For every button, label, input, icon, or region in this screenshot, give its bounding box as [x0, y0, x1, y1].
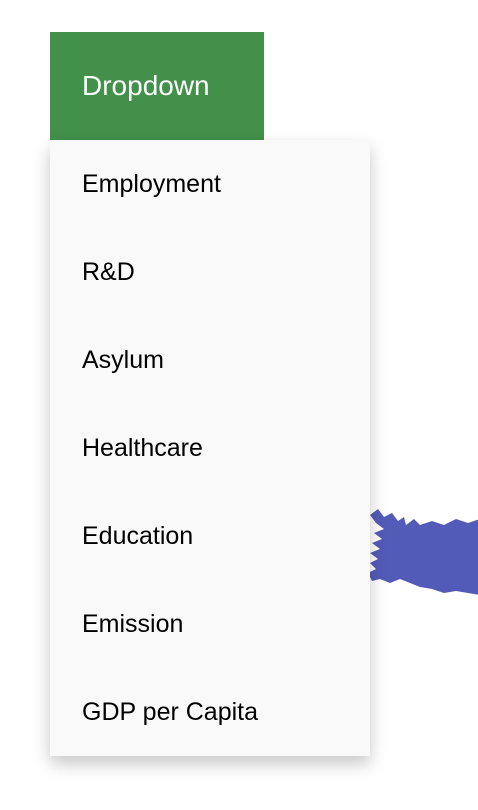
country-shape-icon — [368, 509, 478, 595]
menu-item-rnd[interactable]: R&D — [50, 228, 370, 316]
dropdown-button[interactable]: Dropdown — [50, 32, 264, 140]
menu-item-healthcare[interactable]: Healthcare — [50, 404, 370, 492]
menu-item-employment[interactable]: Employment — [50, 140, 370, 228]
menu-item-gdp-per-capita[interactable]: GDP per Capita — [50, 668, 370, 756]
page: Dropdown Employment R&D Asylum Healthcar… — [0, 0, 478, 810]
menu-item-education[interactable]: Education — [50, 492, 370, 580]
menu-item-emission[interactable]: Emission — [50, 580, 370, 668]
dropdown-menu: Employment R&D Asylum Healthcare Educati… — [50, 140, 370, 756]
menu-item-asylum[interactable]: Asylum — [50, 316, 370, 404]
